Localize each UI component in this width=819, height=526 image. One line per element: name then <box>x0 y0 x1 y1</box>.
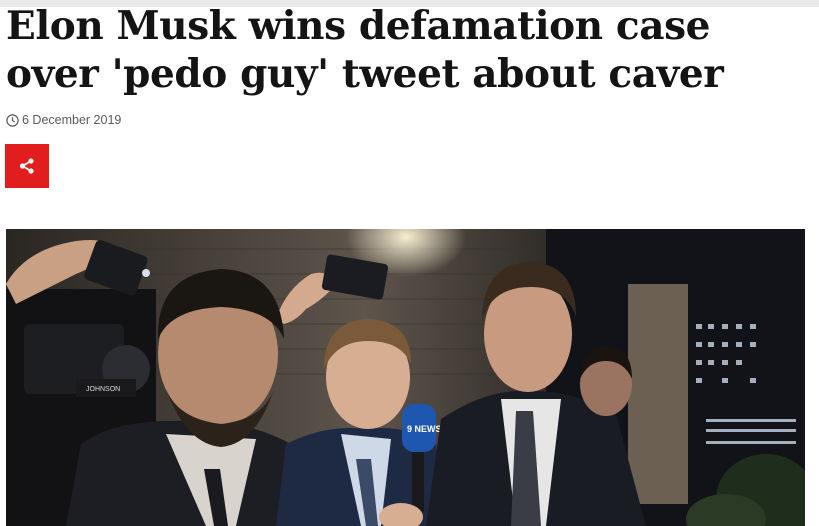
article-photo: JOHNSON 9 NEWS <box>6 229 805 526</box>
mic-label: 9 NEWS <box>407 424 442 434</box>
clock-icon <box>6 113 19 127</box>
share-icon <box>19 158 34 174</box>
concrete-pillar <box>628 284 688 504</box>
article-date: 6 December 2019 <box>22 113 122 127</box>
article-headline: Elon Musk wins defamation case over 'ped… <box>6 3 724 97</box>
share-button[interactable] <box>5 144 49 188</box>
article-dateline: 6 December 2019 <box>6 112 121 128</box>
camera-label: JOHNSON <box>86 386 120 393</box>
